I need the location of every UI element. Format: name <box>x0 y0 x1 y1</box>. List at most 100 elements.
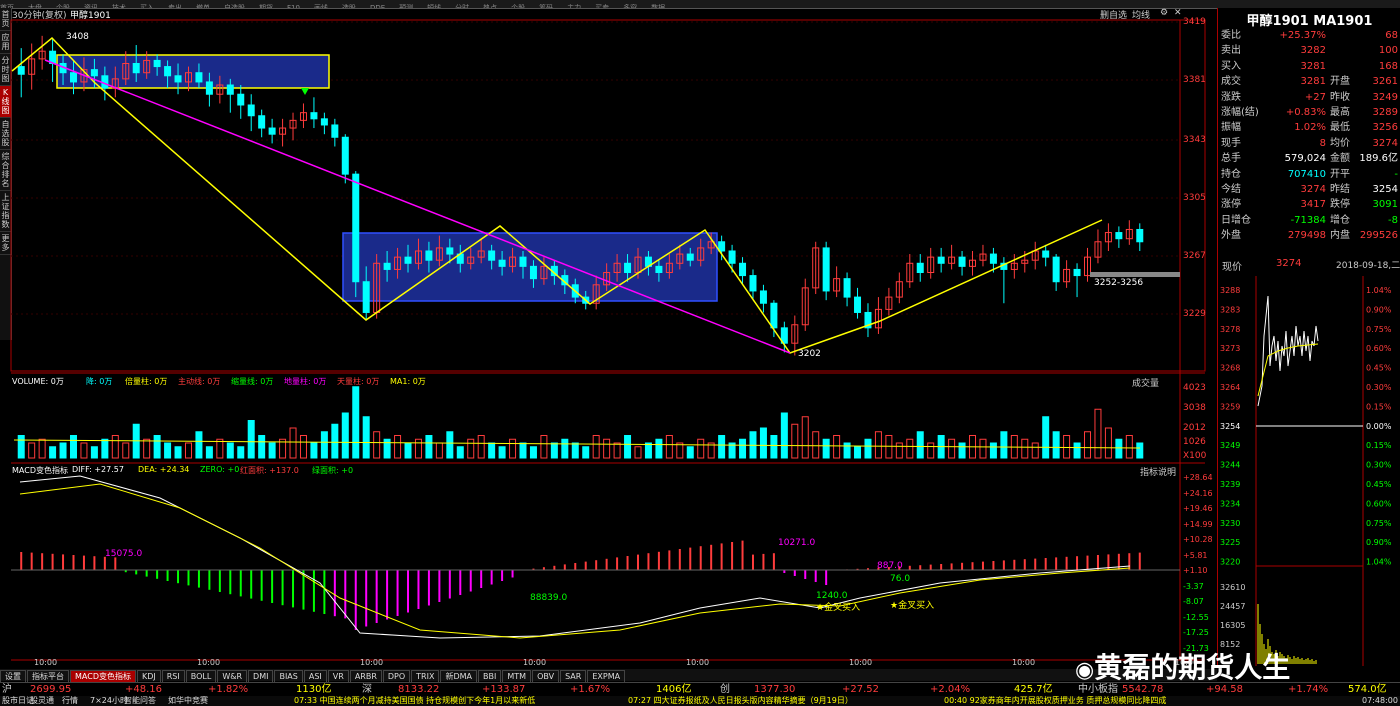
volume-bar <box>676 442 684 459</box>
volume-bar <box>906 438 914 459</box>
volume-bar <box>1125 435 1133 459</box>
volume-bar <box>739 438 747 459</box>
candle-body <box>937 256 945 264</box>
index-value: +1.67% <box>570 684 611 695</box>
candle-body <box>843 278 851 298</box>
news-item[interactable]: 7×24小时 <box>90 696 128 706</box>
index-value: 创 <box>720 684 730 695</box>
volume-bar <box>864 438 872 459</box>
candle-body <box>226 84 234 95</box>
quote-label: 卖出 <box>1221 45 1241 57</box>
index-value: 8133.22 <box>398 684 440 695</box>
volume-bar <box>1136 442 1144 459</box>
candle-body <box>822 247 830 292</box>
news-item[interactable]: 行情 <box>62 696 78 706</box>
volume-bar <box>477 435 485 459</box>
candle-body <box>624 262 632 274</box>
quote-value: 68 <box>1385 30 1398 41</box>
intraday-tick: 3249 <box>1220 441 1240 450</box>
quote-label: 最高 <box>1330 107 1350 118</box>
dea-line <box>19 483 1131 639</box>
quote-label: 振幅 <box>1221 122 1241 134</box>
chart-area[interactable] <box>0 8 1217 669</box>
news-item[interactable]: 股灵通 <box>30 696 54 706</box>
volume-bar <box>49 446 57 459</box>
news-item[interactable]: 07:48:00 <box>1362 696 1398 706</box>
volume-bar <box>979 438 987 459</box>
intraday-tick: 3230 <box>1220 519 1240 528</box>
candle-body <box>268 127 276 135</box>
volume-bar <box>927 442 935 459</box>
volume-bar <box>299 435 307 459</box>
quote-row: 日增仓 -71384 增仓 -8 <box>1218 213 1400 228</box>
volume-bar <box>624 435 632 459</box>
news-item[interactable]: 07:27 四大证券报纸及人民日报头版内容精华摘要（9月19日） <box>628 696 853 706</box>
news-item[interactable]: 如华中竞赛 <box>168 696 208 706</box>
volume-bar <box>404 442 412 459</box>
volume-bar <box>613 442 621 459</box>
candle-body <box>529 265 537 280</box>
volume-bar <box>780 412 788 459</box>
volume-bar <box>1104 427 1112 459</box>
quote-label: 日增仓 <box>1221 214 1251 226</box>
index-value: 2699.95 <box>30 684 72 695</box>
quote-label: 委比 <box>1221 30 1241 41</box>
volume-bar <box>989 442 997 459</box>
volume-bar <box>174 446 182 459</box>
volume-bar <box>958 442 966 459</box>
volume-bar <box>414 438 422 459</box>
quote-value: 279498 <box>1287 230 1326 242</box>
quote-row: 外盘 279498 内盘 299526 <box>1218 228 1400 243</box>
volume-bar <box>895 442 903 459</box>
volume-bar <box>352 386 360 459</box>
down-arrow-icon <box>301 88 309 95</box>
volume-bar <box>446 431 454 459</box>
intraday-tick: 3225 <box>1220 538 1240 547</box>
quote-value: 3274 <box>1300 184 1326 195</box>
volume-bar <box>226 442 234 459</box>
quote-row: 买入 3281 168 <box>1218 59 1400 74</box>
index-value: +2.04% <box>930 684 971 695</box>
news-item[interactable]: 07:33 中国连续两个月减持美国国债 持仓规模创下今年1月以来新低 <box>294 696 535 706</box>
intraday-vol-tick: 16305 <box>1220 621 1245 630</box>
candle-body <box>425 250 433 261</box>
quote-row: 总手 579,024 金额 189.6亿 <box>1218 151 1400 166</box>
candle-body <box>164 66 172 77</box>
volume-bar <box>1042 416 1050 459</box>
intraday-price-line <box>1257 295 1319 407</box>
intraday-chart[interactable]: 3288 1.04% 3283 0.90% 3278 0.75% 3273 0.60% 3268… <box>1218 276 1400 666</box>
quote-value: 3249 <box>1372 91 1398 103</box>
intraday-tick: 3273 <box>1220 344 1240 353</box>
quote-value: 3091 <box>1372 199 1398 211</box>
quote-label: 开平 <box>1330 168 1350 180</box>
candle-body <box>759 290 767 304</box>
price-label: 现价 <box>1222 262 1242 273</box>
volume-bar <box>69 435 77 459</box>
candle-body <box>1115 232 1123 240</box>
volume-bar <box>268 442 276 459</box>
candle-body <box>69 72 77 83</box>
trend-line <box>44 59 791 354</box>
volume-bar <box>509 438 517 459</box>
candle-body <box>132 62 140 74</box>
intraday-tick: 0.45% <box>1366 480 1392 489</box>
intraday-tick: 0.60% <box>1366 499 1392 508</box>
quote-row: 今结 3274 昨结 3254 <box>1218 182 1400 197</box>
index-value: 深 <box>362 684 372 695</box>
intraday-tick: 0.30% <box>1366 383 1392 392</box>
volume-bar <box>320 431 328 459</box>
volume-bar <box>1094 408 1102 459</box>
watermark: ◉黄磊的期货人生 <box>1075 651 1291 684</box>
intraday-tick: 3283 <box>1220 305 1240 314</box>
volume-bar <box>237 446 245 459</box>
intraday-tick: 0.30% <box>1366 461 1392 470</box>
quote-value: +27 <box>1304 91 1326 103</box>
news-item[interactable]: 智能问答 <box>124 696 156 706</box>
quote-row: 涨幅(结) +0.83% 最高 3289 <box>1218 105 1400 120</box>
candle-body <box>655 265 663 274</box>
news-item[interactable]: 00:40 92家券商年内开展股权质押业务 质押总规模同比降四成 <box>944 696 1166 706</box>
volume-bar <box>1031 442 1039 459</box>
weibo-icon: ◉ <box>1075 658 1095 683</box>
quote-value: 8 <box>1319 137 1326 149</box>
candle-body <box>362 281 370 313</box>
